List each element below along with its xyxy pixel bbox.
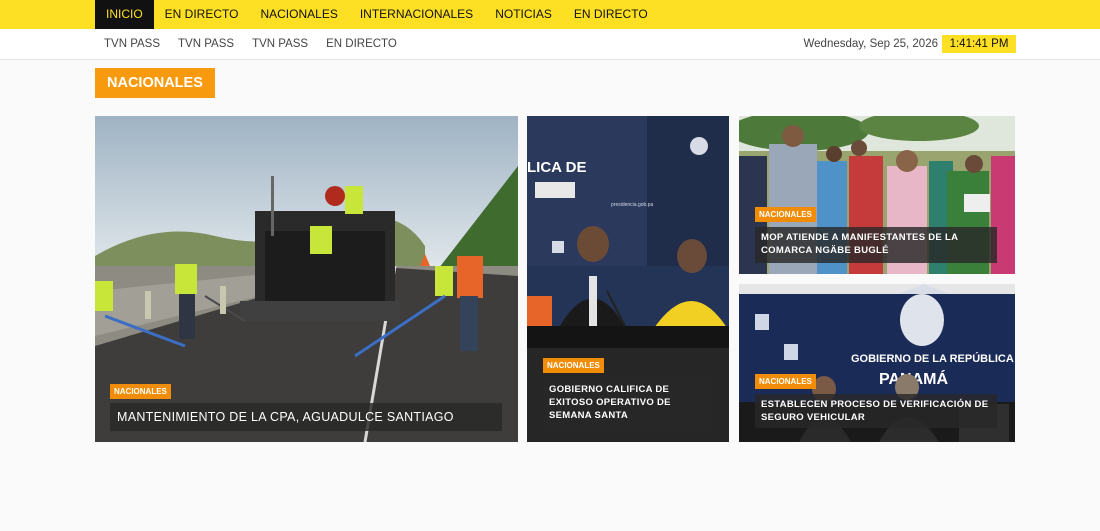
news-card-semana-santa[interactable]: LICA DE presidencia.gob.pa NACIONALES GO…	[527, 116, 729, 442]
secondary-nav: TVN PASS TVN PASS TVN PASS EN DIRECTO We…	[0, 29, 1100, 60]
subnav-link-tvn-pass-2[interactable]: TVN PASS	[169, 29, 243, 59]
photo-banner-text: LICA DE	[527, 159, 586, 176]
nav-item-inicio[interactable]: INICIO	[95, 0, 154, 29]
subnav-link-tvn-pass-3[interactable]: TVN PASS	[243, 29, 317, 59]
section-title: NACIONALES	[95, 68, 215, 98]
card-title[interactable]: MOP ATIENDE A MANIFESTANTES DE LA COMARC…	[755, 227, 997, 263]
subnav-link-en-directo[interactable]: EN DIRECTO	[317, 29, 406, 59]
card-category-tag[interactable]: NACIONALES	[755, 207, 816, 222]
photo-banner-line1: GOBIERNO DE LA REPÚBLICA DE	[851, 352, 1015, 365]
main-nav-items: INICIO EN DIRECTO NACIONALES INTERNACION…	[95, 0, 659, 29]
nav-item-en-directo-2[interactable]: EN DIRECTO	[563, 0, 659, 29]
nav-item-noticias[interactable]: NOTICIAS	[484, 0, 563, 29]
nav-item-en-directo[interactable]: EN DIRECTO	[154, 0, 250, 29]
news-card-road-maintenance[interactable]: NACIONALES MANTENIMIENTO DE LA CPA, AGUA…	[95, 116, 518, 442]
card-category-tag[interactable]: NACIONALES	[543, 358, 604, 373]
current-time: 1:41:41 PM	[942, 35, 1016, 53]
secondary-nav-links: TVN PASS TVN PASS TVN PASS EN DIRECTO	[95, 29, 406, 59]
photo-url-text: presidencia.gob.pa	[611, 202, 653, 208]
main-nav: INICIO EN DIRECTO NACIONALES INTERNACION…	[0, 0, 1100, 29]
subnav-link-tvn-pass-1[interactable]: TVN PASS	[95, 29, 169, 59]
card-category-tag[interactable]: NACIONALES	[110, 384, 171, 399]
nav-item-nacionales[interactable]: NACIONALES	[249, 0, 348, 29]
card-title[interactable]: GOBIERNO CALIFICA DE EXITOSO OPERATIVO D…	[543, 378, 713, 430]
news-card-mop-manifestantes[interactable]: NACIONALES MOP ATIENDE A MANIFESTANTES D…	[739, 116, 1015, 274]
card-title[interactable]: ESTABLECEN PROCESO DE VERIFICACIÓN DE SE…	[755, 394, 997, 428]
card-title[interactable]: MANTENIMIENTO DE LA CPA, AGUADULCE SANTI…	[110, 403, 502, 431]
current-date: Wednesday, Sep 25, 2026	[803, 38, 938, 50]
nav-item-internacionales[interactable]: INTERNACIONALES	[349, 0, 484, 29]
news-card-seguro-vehicular[interactable]: GOBIERNO DE LA REPÚBLICA DE PANAMÁ NACIO…	[739, 284, 1015, 442]
card-category-tag[interactable]: NACIONALES	[755, 374, 816, 389]
